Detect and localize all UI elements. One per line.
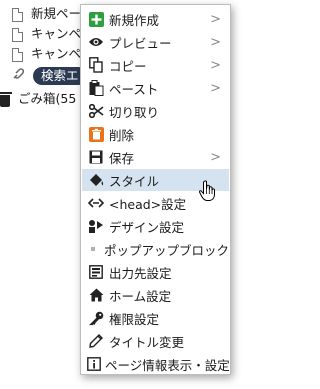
menu-item-label: 新規作成 — [109, 12, 160, 28]
tree-item[interactable]: キャンペ — [12, 44, 81, 64]
save-icon — [87, 148, 105, 166]
menu-item-label: ページ情報表示・設定 — [105, 357, 230, 373]
trash-icon — [0, 91, 12, 107]
plus-icon — [87, 10, 105, 28]
paste-icon — [87, 79, 105, 97]
document-icon — [12, 27, 23, 42]
submenu-arrow-icon: > — [210, 11, 221, 27]
stage: 新規ページ キャンペ キャンペ 検索エ ごみ箱(55 新規作成 > プレビュー … — [0, 0, 249, 389]
menu-item-label: 出力先設定 — [109, 265, 172, 281]
pencil-icon — [87, 332, 105, 350]
menu-item-rename-title[interactable]: タイトル変更 — [82, 330, 229, 352]
tree-item-selected[interactable]: 検索エ — [12, 66, 87, 86]
submenu-arrow-icon: > — [210, 149, 221, 165]
menu-item-label: ペースト — [109, 81, 159, 97]
menu-item-label: コピー — [109, 58, 147, 74]
menu-item-label: 保存 — [109, 150, 135, 166]
paint-bucket-icon — [87, 171, 105, 189]
menu-item-save[interactable]: 保存 > — [82, 146, 229, 168]
link-icon — [12, 67, 25, 87]
trash-label: ごみ箱(55 — [17, 91, 77, 106]
menu-item-design-settings[interactable]: デザイン設定 — [82, 215, 229, 237]
menu-item-home-settings[interactable]: ホーム設定 — [82, 284, 229, 306]
menu-item-new[interactable]: 新規作成 > — [82, 8, 229, 30]
menu-item-label: タイトル変更 — [109, 334, 185, 350]
output-icon — [87, 263, 105, 281]
delete-icon — [87, 125, 105, 143]
menu-item-label: ホーム設定 — [109, 288, 172, 304]
copy-icon — [87, 56, 105, 74]
menu-item-label: 切り取り — [109, 104, 160, 120]
tree-item-label: キャンペ — [30, 46, 81, 61]
menu-item-output-settings[interactable]: 出力先設定 — [82, 261, 229, 283]
menu-item-label: 権限設定 — [109, 311, 160, 327]
submenu-arrow-icon: > — [210, 34, 221, 50]
key-icon — [87, 309, 105, 327]
menu-item-label: ポップアップブロック — [103, 242, 229, 258]
eye-icon — [87, 33, 105, 51]
info-icon — [87, 355, 101, 373]
menu-item-delete[interactable]: 削除 — [82, 123, 229, 145]
document-icon — [12, 7, 23, 22]
menu-item-label: デザイン設定 — [109, 219, 185, 235]
menu-item-popup-block[interactable]: ポップアップブロック — [82, 238, 229, 260]
design-icon — [87, 217, 105, 235]
menu-item-page-info[interactable]: ページ情報表示・設定 — [82, 353, 230, 375]
tree-item-label: キャンペ — [30, 26, 81, 41]
menu-item-preview[interactable]: プレビュー > — [82, 31, 229, 53]
menu-item-label: プレビュー — [109, 35, 172, 51]
menu-item-paste[interactable]: ペースト > — [82, 77, 229, 99]
scissors-icon — [87, 102, 105, 120]
submenu-arrow-icon: > — [210, 80, 221, 96]
menu-item-permission-settings[interactable]: 権限設定 — [82, 307, 229, 329]
submenu-arrow-icon: > — [210, 57, 221, 73]
selected-item-label: 検索エ — [32, 67, 87, 85]
tree-item[interactable]: キャンペ — [12, 24, 81, 44]
home-icon — [87, 286, 105, 304]
code-arrows-icon — [87, 194, 105, 212]
dot-icon — [87, 240, 100, 258]
hand-cursor-icon — [198, 180, 218, 206]
document-icon — [12, 47, 23, 62]
trash-item[interactable]: ごみ箱(55 — [0, 89, 76, 109]
menu-item-cut[interactable]: 切り取り — [82, 100, 229, 122]
menu-item-copy[interactable]: コピー > — [82, 54, 229, 76]
menu-item-label: 削除 — [109, 127, 135, 143]
